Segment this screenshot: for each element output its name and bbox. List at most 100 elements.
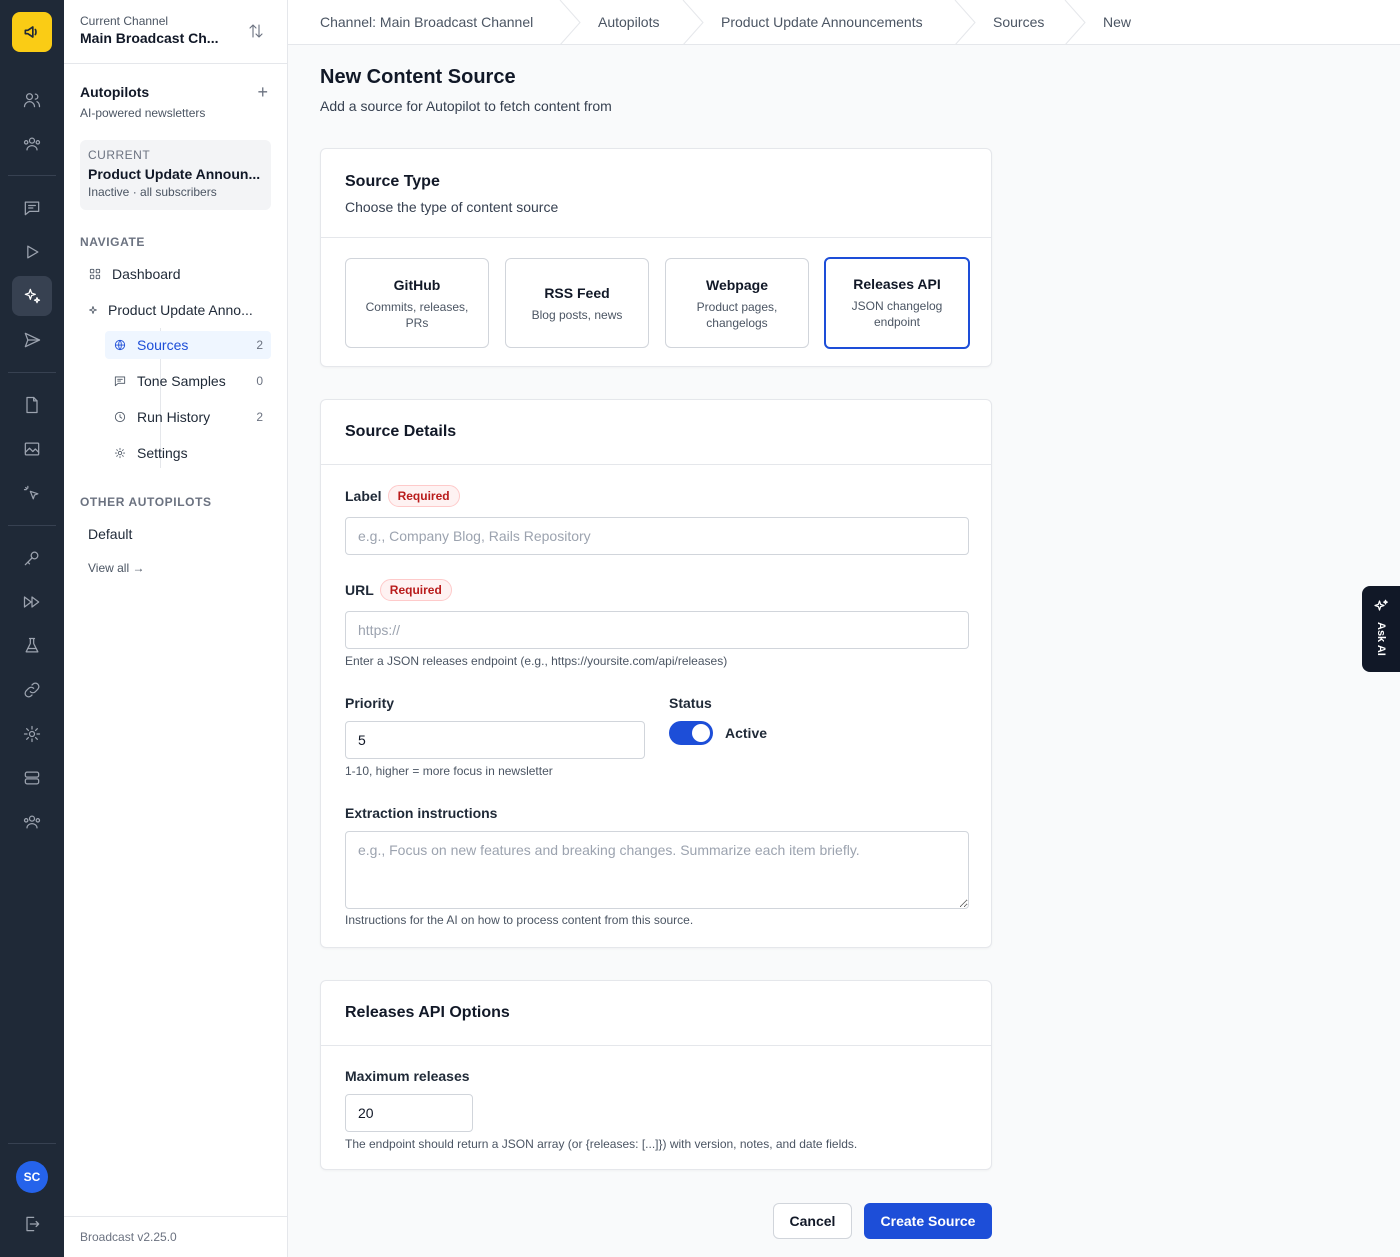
releases-options-card: Releases API Options Maximum releases Th… — [320, 980, 992, 1170]
source-details-title: Source Details — [345, 423, 457, 440]
current-autopilot-card[interactable]: CURRENT Product Update Announ... Inactiv… — [80, 140, 271, 210]
sidebar-item-run-history[interactable]: Run History 2 — [105, 403, 271, 431]
cancel-button[interactable]: Cancel — [773, 1203, 852, 1239]
autopilots-subtitle: AI-powered newsletters — [80, 106, 206, 120]
sidebar-item-settings[interactable]: Settings — [105, 439, 271, 467]
sidebar-item-tone-samples[interactable]: Tone Samples 0 — [105, 367, 271, 395]
sidebar-item-default[interactable]: Default — [88, 520, 272, 548]
releases-options-title: Releases API Options — [345, 1004, 510, 1021]
source-type-subtitle: Choose the type of content source — [345, 199, 559, 215]
label-field-label: Label Required — [345, 485, 460, 507]
breadcrumb-separator-icon — [1064, 0, 1086, 45]
sidebar-item-sources[interactable]: Sources 2 — [105, 331, 271, 359]
document-icon[interactable] — [12, 385, 52, 425]
sparkles-icon — [1374, 599, 1388, 611]
count-badge: 0 — [256, 374, 263, 388]
option-releases-api[interactable]: Releases API JSON changelog endpoint — [824, 257, 970, 349]
label-input[interactable] — [345, 517, 969, 555]
extraction-textarea[interactable] — [345, 831, 969, 909]
add-autopilot-icon[interactable]: + — [257, 83, 268, 101]
url-input[interactable] — [345, 611, 969, 649]
toggle-knob — [692, 724, 710, 742]
logout-icon[interactable] — [12, 1204, 52, 1244]
sidebar-item-autopilot[interactable]: Product Update Anno... — [86, 296, 272, 324]
autopilots-title: Autopilots — [80, 84, 150, 100]
megaphone-logo-icon[interactable] — [12, 12, 52, 52]
extraction-label: Extraction instructions — [345, 805, 497, 821]
team-icon[interactable] — [12, 802, 52, 842]
current-label: CURRENT — [88, 148, 151, 162]
url-text: URL — [345, 582, 374, 598]
breadcrumb-autopilots[interactable]: Autopilots — [598, 14, 659, 30]
extraction-text: Extraction instructions — [345, 805, 498, 821]
priority-input[interactable] — [345, 721, 645, 759]
option-webpage[interactable]: Webpage Product pages, changelogs — [665, 258, 809, 348]
icon-rail: SC — [0, 0, 64, 1257]
required-badge: Required — [387, 485, 460, 507]
user-avatar[interactable]: SC — [16, 1161, 48, 1193]
current-autopilot-meta: Inactive · all subscribers — [88, 185, 217, 199]
breadcrumb-separator-icon — [954, 0, 976, 45]
breadcrumb-sources[interactable]: Sources — [993, 14, 1044, 30]
segments-icon[interactable] — [12, 124, 52, 164]
chat-icon — [114, 376, 126, 387]
extraction-help-text: Instructions for the AI on how to proces… — [345, 913, 694, 927]
sparkles-icon[interactable] — [12, 276, 52, 316]
channel-switcher[interactable]: Current Channel Main Broadcast Ch... — [64, 0, 287, 64]
database-icon[interactable] — [12, 758, 52, 798]
send-icon[interactable] — [12, 320, 52, 360]
flask-icon[interactable] — [12, 626, 52, 666]
play-icon[interactable] — [12, 232, 52, 272]
version-label: Broadcast v2.25.0 — [64, 1216, 287, 1257]
breadcrumb-separator-icon — [682, 0, 704, 45]
source-type-title: Source Type — [345, 173, 440, 190]
max-releases-input[interactable] — [345, 1094, 473, 1132]
option-rss-feed[interactable]: RSS Feed Blog posts, news — [505, 258, 649, 348]
navigate-heading: NAVIGATE — [80, 235, 146, 249]
label-text: Label — [345, 488, 382, 504]
gear-icon[interactable] — [12, 714, 52, 754]
cursor-click-icon[interactable] — [12, 473, 52, 513]
releases-help-text: The endpoint should return a JSON array … — [345, 1137, 858, 1151]
gear-icon — [114, 447, 126, 459]
priority-help-text: 1-10, higher = more focus in newsletter — [345, 764, 553, 778]
current-channel-name: Main Broadcast Ch... — [80, 30, 219, 46]
rail-divider — [8, 175, 56, 176]
message-icon[interactable] — [12, 188, 52, 228]
url-field-label: URL Required — [345, 579, 452, 601]
option-title: Webpage — [706, 277, 768, 293]
page-subtitle: Add a source for Autopilot to fetch cont… — [320, 98, 612, 114]
required-badge: Required — [379, 579, 452, 601]
status-label: Status — [669, 695, 712, 711]
switch-arrows-icon[interactable] — [247, 22, 265, 40]
grid-icon — [89, 268, 101, 280]
option-github[interactable]: GitHub Commits, releases, PRs — [345, 258, 489, 348]
fast-forward-icon[interactable] — [12, 582, 52, 622]
sidebar-item-label: Product Update Anno... — [108, 302, 253, 318]
count-badge: 2 — [256, 338, 263, 352]
breadcrumb-autopilot-name[interactable]: Product Update Announcements — [721, 14, 923, 30]
sparkle-icon — [89, 306, 97, 314]
view-all-link[interactable]: View all → — [88, 554, 272, 582]
sidebar-item-label: Run History — [137, 409, 211, 425]
sidebar-item-label: Default — [88, 526, 133, 542]
link-icon[interactable] — [12, 670, 52, 710]
sidebar-item-dashboard[interactable]: Dashboard — [88, 260, 272, 288]
users-icon[interactable] — [12, 80, 52, 120]
source-type-options: GitHub Commits, releases, PRs RSS Feed B… — [321, 238, 991, 366]
status-toggle[interactable] — [669, 721, 713, 745]
rail-divider — [8, 525, 56, 526]
ask-ai-button[interactable]: Ask AI — [1362, 586, 1400, 672]
sidebar-item-label: Sources — [137, 337, 189, 353]
image-icon[interactable] — [12, 429, 52, 469]
key-icon[interactable] — [12, 538, 52, 578]
clock-icon — [114, 411, 126, 423]
breadcrumb-new: New — [1103, 14, 1132, 30]
count-badge: 2 — [256, 410, 263, 424]
create-source-button[interactable]: Create Source — [864, 1203, 992, 1239]
breadcrumb: Channel: Main Broadcast Channel Autopilo… — [288, 0, 1400, 45]
breadcrumb-channel[interactable]: Channel: Main Broadcast Channel — [320, 14, 533, 30]
option-title: Releases API — [853, 276, 941, 292]
option-description: Blog posts, news — [531, 308, 623, 322]
sidebar-item-label: Dashboard — [112, 266, 181, 282]
